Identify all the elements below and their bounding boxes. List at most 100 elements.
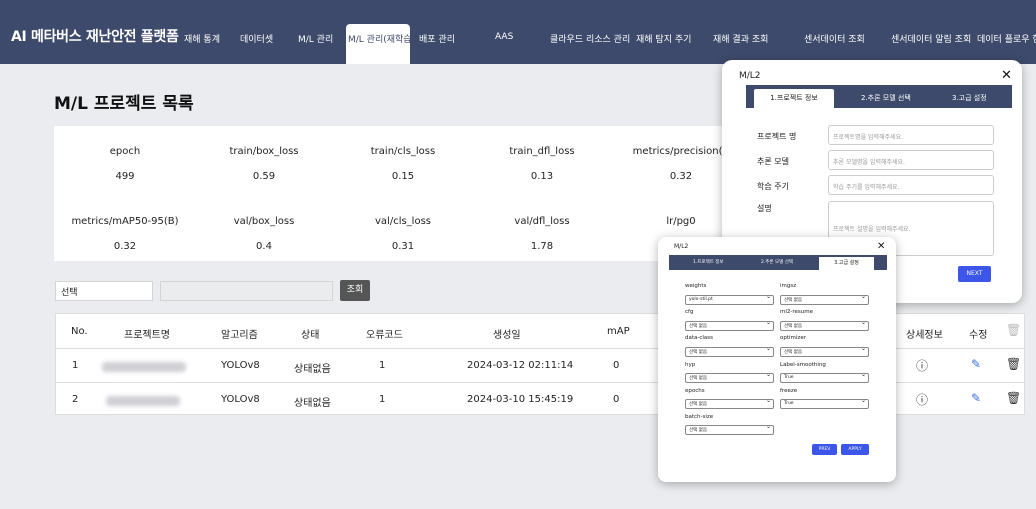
- page-title: M/L 프로젝트 목록: [54, 94, 194, 114]
- prev-button[interactable]: PREV: [812, 444, 837, 455]
- col-header-status: 상태: [301, 330, 320, 341]
- row2-map: 0: [613, 394, 620, 405]
- row2-algorithm: YOLOv8: [221, 394, 260, 405]
- nav-item-disaster-result[interactable]: 재해 결과 조회: [713, 32, 768, 45]
- trash-icon[interactable]: 🗑: [1006, 391, 1021, 405]
- epochs-select[interactable]: 선택 없음: [685, 397, 774, 409]
- trash-header-icon[interactable]: 🗑: [1006, 323, 1021, 337]
- metric-label: train_dfl_loss: [509, 146, 575, 157]
- project-name-input[interactable]: 프로젝트명을 입력해주세요.: [828, 125, 994, 145]
- optimizer-select[interactable]: 선택 없음: [780, 345, 869, 357]
- metric-label: val/box_loss: [233, 216, 295, 227]
- tab-project-info[interactable]: 1.프로젝트 정보: [754, 89, 834, 108]
- metric-value: 0.59: [252, 171, 276, 182]
- row1-error-code: 1: [379, 360, 386, 371]
- imgsz-label: imgsz: [780, 283, 797, 289]
- row2-created: 2024-03-10 15:45:19: [467, 394, 574, 405]
- filter-select[interactable]: 선택: [55, 281, 153, 301]
- epochs-label: epochs: [685, 388, 705, 394]
- col-header-created: 생성일: [493, 330, 521, 341]
- ml2-resume-select[interactable]: 선택 없음: [780, 319, 869, 331]
- row2-project-name-redacted: [106, 396, 180, 406]
- row1-created: 2024-03-12 02:11:14: [467, 360, 574, 371]
- tab-model-select[interactable]: 2.추론 모델 선택: [861, 93, 911, 103]
- metric-label: metrics/mAP50-95(B): [71, 216, 179, 227]
- weights-select[interactable]: yolo-stil.pt: [685, 293, 774, 305]
- row1-status: 상태없음: [294, 364, 331, 375]
- metric-value: 1.78: [530, 241, 554, 252]
- close-icon[interactable]: ✕: [1001, 68, 1012, 83]
- model-input[interactable]: 추론 모델명을 입력해주세요.: [828, 150, 994, 170]
- search-input[interactable]: [160, 281, 333, 301]
- apply-button[interactable]: APPLY: [841, 444, 869, 455]
- close-icon[interactable]: ✕: [877, 241, 885, 252]
- nav-item-data-flow[interactable]: 데이터 플로우 현황: [977, 32, 1036, 45]
- nav-item-dataset[interactable]: 데이터셋: [240, 32, 273, 45]
- freeze-label: freeze: [780, 388, 798, 394]
- col-header-algorithm: 알고리즘: [221, 330, 258, 341]
- cycle-input[interactable]: 학습 주기를 입력해주세요.: [828, 175, 994, 195]
- freeze-select[interactable]: True: [780, 397, 869, 409]
- tab-model-select[interactable]: 2.추론 모델 선택: [761, 259, 793, 265]
- nav-item-sensor-alert[interactable]: 센서데이터 알림 조회: [891, 32, 971, 45]
- row1-map: 0: [613, 360, 620, 371]
- nav-item-cloud-resource[interactable]: 클라우드 리소스 관리: [550, 32, 630, 45]
- metric-value: 0.32: [113, 241, 137, 252]
- edit-icon[interactable]: ✎: [971, 391, 981, 405]
- row2-status: 상태없음: [294, 398, 331, 409]
- row2-no: 2: [72, 394, 79, 405]
- nav-item-deploy[interactable]: 배포 관리: [419, 32, 455, 45]
- trash-icon[interactable]: 🗑: [1006, 357, 1021, 371]
- hyp-select[interactable]: 선택 없음: [685, 371, 774, 383]
- nav-item-disaster-stats[interactable]: 재해 통계: [184, 32, 220, 45]
- next-button[interactable]: NEXT: [958, 266, 991, 282]
- nav-item-sensor-data[interactable]: 센서데이터 조회: [804, 32, 865, 45]
- modal-title: M/L2: [739, 71, 761, 81]
- project-name-label: 프로젝트 명: [757, 132, 797, 141]
- cycle-label: 학습 주기: [757, 182, 789, 191]
- col-header-no: No.: [71, 326, 88, 337]
- data-class-label: data-class: [685, 335, 714, 341]
- col-header-detail: 상세정보: [906, 330, 943, 341]
- brand-title[interactable]: AI 메타버스 재난안전 플랫폼: [11, 26, 179, 46]
- edit-icon[interactable]: ✎: [971, 357, 981, 371]
- row2-error-code: 1: [379, 394, 386, 405]
- tab-advanced[interactable]: 3.고급 설정: [952, 93, 987, 103]
- weights-label: weights: [685, 283, 707, 289]
- metric-label: train/cls_loss: [370, 146, 436, 157]
- nav-item-ml-retrain-label: M/L 관리(재학습): [348, 35, 416, 45]
- batch-size-label: batch-size: [685, 414, 714, 420]
- col-header-error-code: 오류코드: [366, 330, 403, 341]
- tab-advanced[interactable]: 3.고급 설정: [819, 257, 874, 270]
- row1-project-name-redacted: [102, 362, 186, 372]
- nav-item-ml-management[interactable]: M/L 관리: [298, 32, 333, 45]
- metric-label: train/box_loss: [229, 146, 299, 157]
- metric-value: 0.15: [391, 171, 415, 182]
- tab-project-info[interactable]: 1.프로젝트 정보: [693, 259, 724, 265]
- metric-label: val/cls_loss: [375, 216, 431, 227]
- metric-value: 0.4: [256, 241, 272, 252]
- metric-value: 499: [115, 171, 135, 182]
- modal-tabs: 1.프로젝트 정보 2.추론 모델 선택 3.고급 설정: [669, 255, 887, 270]
- metric-label: epoch: [109, 146, 141, 157]
- nav-item-detection-cycle[interactable]: 재해 탐지 주기: [636, 32, 691, 45]
- advanced-settings-modal: M/L2 ✕ 1.프로젝트 정보 2.추론 모델 선택 3.고급 설정 weig…: [658, 237, 896, 482]
- search-button[interactable]: 조회: [340, 280, 370, 301]
- metrics-card: epoch 499 train/box_loss 0.59 train/cls_…: [54, 126, 754, 261]
- imgsz-select[interactable]: 선택 없음: [780, 293, 869, 305]
- col-header-edit: 수정: [969, 330, 988, 341]
- nav-item-aas[interactable]: AAS: [495, 32, 513, 42]
- info-icon[interactable]: ⓘ: [916, 357, 928, 374]
- description-label: 설명: [757, 204, 772, 213]
- col-header-map: mAP: [607, 326, 630, 337]
- label-smoothing-select[interactable]: True: [780, 371, 869, 383]
- cfg-select[interactable]: 선택 없음: [685, 319, 774, 331]
- data-class-select[interactable]: 선택 없음: [685, 345, 774, 357]
- modal-tabs: 1.프로젝트 정보 2.추론 모델 선택 3.고급 설정: [746, 85, 1012, 108]
- col-header-project-name: 프로젝트명: [124, 330, 170, 341]
- batch-size-select[interactable]: 선택 없음: [685, 423, 774, 435]
- nav-item-ml-retrain[interactable]: M/L 관리(재학습): [346, 24, 415, 64]
- info-icon[interactable]: ⓘ: [916, 391, 928, 408]
- model-label: 추론 모델: [757, 157, 789, 166]
- hyp-label: hyp: [685, 362, 696, 368]
